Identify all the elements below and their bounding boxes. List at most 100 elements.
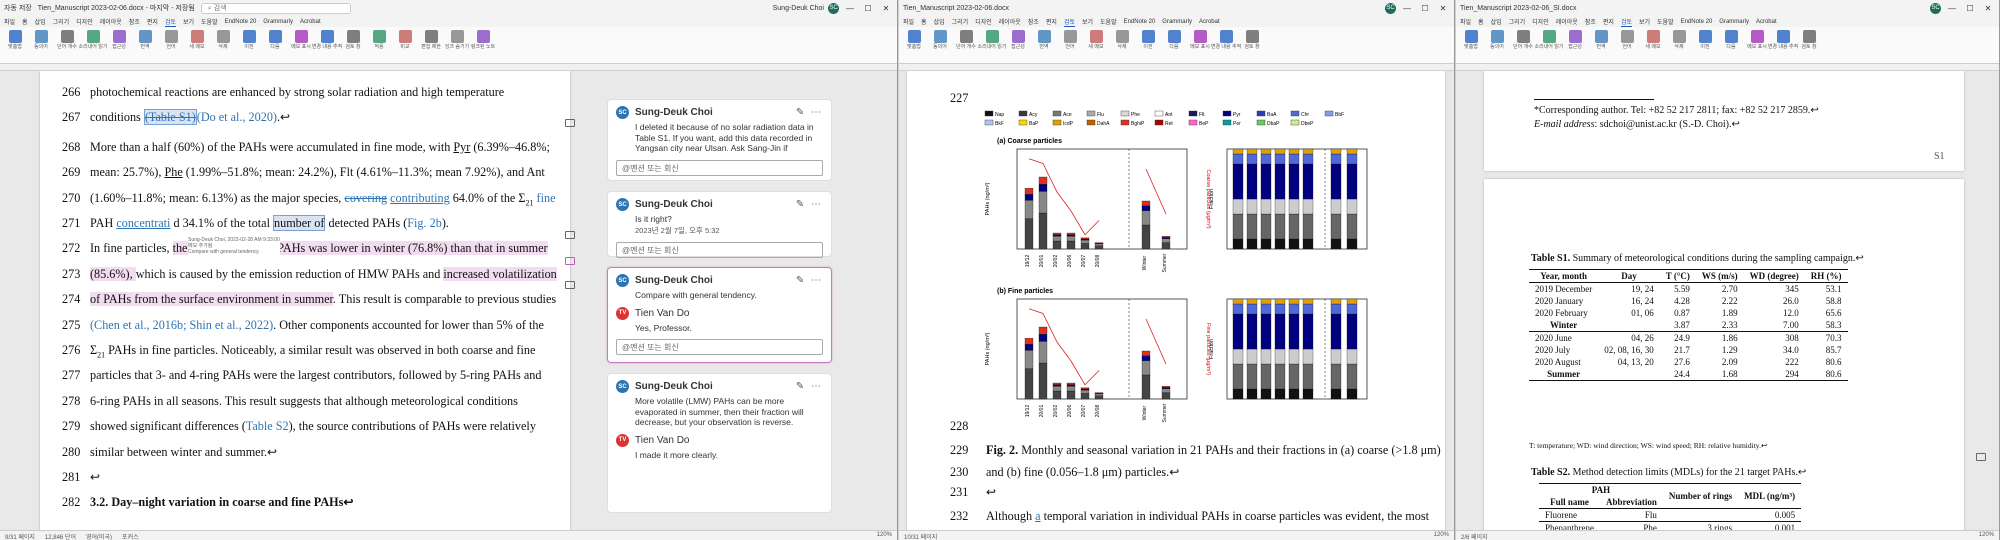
close-icon[interactable]: ✕	[1981, 4, 1995, 13]
text-line[interactable]: (Chen et al., 2016b; Shin et al., 2022).…	[90, 318, 544, 333]
ribbon-button-5[interactable]: 번역	[134, 30, 156, 60]
user-avatar[interactable]: SC	[828, 2, 839, 14]
text-line[interactable]: particles that 3- and 4-ring PAHs were t…	[90, 368, 541, 383]
comment-more-icon[interactable]: ✎ ⋯	[796, 381, 823, 392]
ribbon-tab-9[interactable]: 보기	[1639, 17, 1650, 26]
ribbon-button-5[interactable]: 번역	[1033, 30, 1055, 60]
ribbon-tab-8[interactable]: 검토	[1063, 17, 1075, 27]
ribbon-button-18[interactable]: 링크된 노트	[471, 30, 495, 60]
ribbon-tab-10[interactable]: 도움말	[1100, 17, 1117, 26]
comment-card[interactable]: SC Sung-Deuk Choi ✎ ⋯ More volatile (LMW) …	[607, 373, 832, 513]
ribbon-button-8[interactable]: 삭제	[1668, 30, 1690, 60]
user-avatar[interactable]: SC	[1385, 2, 1396, 14]
ribbon-button-5[interactable]: 번역	[1590, 30, 1612, 60]
ribbon-button-0[interactable]: 맞춤법	[903, 30, 925, 60]
text-line[interactable]: showed significant differences (Table S2…	[90, 419, 536, 434]
search-box[interactable]: ⌕ 검색	[200, 2, 351, 14]
ribbon-button-4[interactable]: 접근성	[1007, 30, 1029, 60]
ribbon-button-7[interactable]: 새 메모	[1085, 30, 1107, 60]
text-line[interactable]: ↩	[90, 470, 100, 485]
ribbon-tab-6[interactable]: 참조	[1028, 17, 1039, 26]
ribbon-button-6[interactable]: 언어	[1616, 30, 1638, 60]
ribbon-button-13[interactable]: 검토 창	[1241, 30, 1263, 60]
ribbon-button-15[interactable]: 비교	[394, 30, 416, 60]
reply-input[interactable]: @멘션 또는 회신	[616, 159, 823, 176]
maximize-icon[interactable]: ☐	[1418, 4, 1432, 13]
ribbon-tab-13[interactable]: Acrobat	[1199, 19, 1220, 25]
ribbon-tab-7[interactable]: 편지	[147, 17, 158, 26]
ribbon-tab-1[interactable]: 홈	[921, 17, 927, 26]
ribbon-tab-5[interactable]: 레이아웃	[999, 17, 1021, 26]
ribbon-tab-4[interactable]: 디자인	[76, 17, 93, 26]
close-icon[interactable]: ✕	[879, 4, 893, 13]
ribbon-button-17[interactable]: 잉크 숨기기	[445, 30, 469, 60]
ribbon-button-14[interactable]: 적용	[368, 30, 390, 60]
text-line[interactable]: (1.60%–11.8%; mean: 6.13%) as the major …	[90, 191, 555, 207]
ribbon-tab-0[interactable]: 파일	[903, 17, 914, 26]
ribbon-button-10[interactable]: 다음	[264, 30, 286, 60]
zoom-level[interactable]: 120%	[1979, 532, 1994, 539]
ribbon-tab-4[interactable]: 디자인	[975, 17, 992, 26]
ribbon-button-6[interactable]: 언어	[160, 30, 182, 60]
maximize-icon[interactable]: ☐	[1963, 4, 1977, 13]
ribbon-tab-1[interactable]: 홈	[22, 17, 28, 26]
text-line[interactable]: 6-ring PAHs in all seasons. This result …	[90, 394, 518, 409]
text-line[interactable]: (85.6%), which is caused by the emission…	[90, 266, 557, 282]
text-line[interactable]: In fine particles, the fraction of LMW P…	[90, 241, 548, 256]
ribbon-tab-3[interactable]: 그리기	[952, 17, 969, 26]
ribbon-tab-9[interactable]: 보기	[183, 17, 194, 26]
ribbon-tab-1[interactable]: 홈	[1478, 17, 1484, 26]
ribbon-tab-11[interactable]: EndNote 20	[1124, 19, 1156, 25]
ribbon-tab-0[interactable]: 파일	[1460, 17, 1471, 26]
autosave-toggle[interactable]: 자동 저장	[4, 3, 32, 13]
ribbon-button-11[interactable]: 메모 표시	[290, 30, 312, 60]
minimize-icon[interactable]: —	[1400, 4, 1414, 13]
reply-input[interactable]: @멘션 또는 회신	[616, 339, 823, 355]
ribbon-button-9[interactable]: 이전	[1137, 30, 1159, 60]
ribbon-tab-3[interactable]: 그리기	[53, 17, 70, 26]
text-line[interactable]: mean: 25.7%), Phe (1.99%–51.8%; mean: 24…	[90, 165, 545, 180]
ribbon-button-12[interactable]: 변경 내용 추적	[1768, 30, 1798, 60]
ribbon-tab-12[interactable]: Grammarly	[263, 19, 293, 25]
ribbon-tab-6[interactable]: 참조	[1585, 17, 1596, 26]
reply-input[interactable]: @멘션 또는 회신	[616, 241, 823, 258]
ribbon-button-3[interactable]: 소리내어 읽기	[978, 30, 1007, 60]
ribbon-tab-5[interactable]: 레이아웃	[100, 17, 122, 26]
ribbon-tab-8[interactable]: 검토	[1620, 17, 1632, 27]
text-line[interactable]: Σ21 PAHs in fine particles. Noticeably, …	[90, 343, 535, 359]
ribbon-tab-2[interactable]: 삽입	[35, 17, 46, 26]
focus-mode[interactable]: 포커스	[122, 532, 139, 540]
minimize-icon[interactable]: —	[843, 4, 857, 13]
comment-more-icon[interactable]: ✎ ⋯	[796, 199, 823, 210]
ribbon-button-12[interactable]: 변경 내용 추적	[312, 30, 342, 60]
comment-card[interactable]: SC Sung-Deuk Choi ✎ ⋯ I deleted it because…	[607, 99, 832, 181]
page-indicator[interactable]: 2/6 페이지	[1461, 532, 1488, 540]
ribbon-button-9[interactable]: 이전	[238, 30, 260, 60]
ribbon-button-2[interactable]: 단어 개수	[1512, 30, 1534, 60]
ribbon-button-7[interactable]: 새 메모	[186, 30, 208, 60]
ribbon-tab-3[interactable]: 그리기	[1509, 17, 1526, 26]
maximize-icon[interactable]: ☐	[861, 4, 875, 13]
ribbon-button-11[interactable]: 메모 표시	[1189, 30, 1211, 60]
ribbon-tab-10[interactable]: 도움말	[201, 17, 218, 26]
ribbon-button-11[interactable]: 메모 표시	[1746, 30, 1768, 60]
ribbon-tab-7[interactable]: 편지	[1046, 17, 1057, 26]
ribbon-button-8[interactable]: 삭제	[1111, 30, 1133, 60]
text-line[interactable]: conditions (Table S1)(Do et al., 2020).↩	[90, 109, 290, 126]
ribbon-button-12[interactable]: 변경 내용 추적	[1211, 30, 1241, 60]
ribbon-tab-11[interactable]: EndNote 20	[225, 19, 257, 25]
ribbon-button-9[interactable]: 이전	[1694, 30, 1716, 60]
ribbon-button-2[interactable]: 단어 개수	[955, 30, 977, 60]
ribbon-button-8[interactable]: 삭제	[212, 30, 234, 60]
ribbon-button-2[interactable]: 단어 개수	[56, 30, 78, 60]
minimize-icon[interactable]: —	[1945, 4, 1959, 13]
ribbon-tab-8[interactable]: 검토	[164, 17, 176, 27]
ribbon-tab-13[interactable]: Acrobat	[300, 19, 321, 25]
ribbon-tab-6[interactable]: 참조	[129, 17, 140, 26]
language[interactable]: 영어(미국)	[86, 532, 112, 540]
ribbon-button-16[interactable]: 편집 제한	[420, 30, 442, 60]
ribbon-tab-0[interactable]: 파일	[4, 17, 15, 26]
ribbon-button-3[interactable]: 소리내어 읽기	[79, 30, 108, 60]
ribbon-tab-4[interactable]: 디자인	[1532, 17, 1549, 26]
ribbon-tab-2[interactable]: 삽입	[934, 17, 945, 26]
